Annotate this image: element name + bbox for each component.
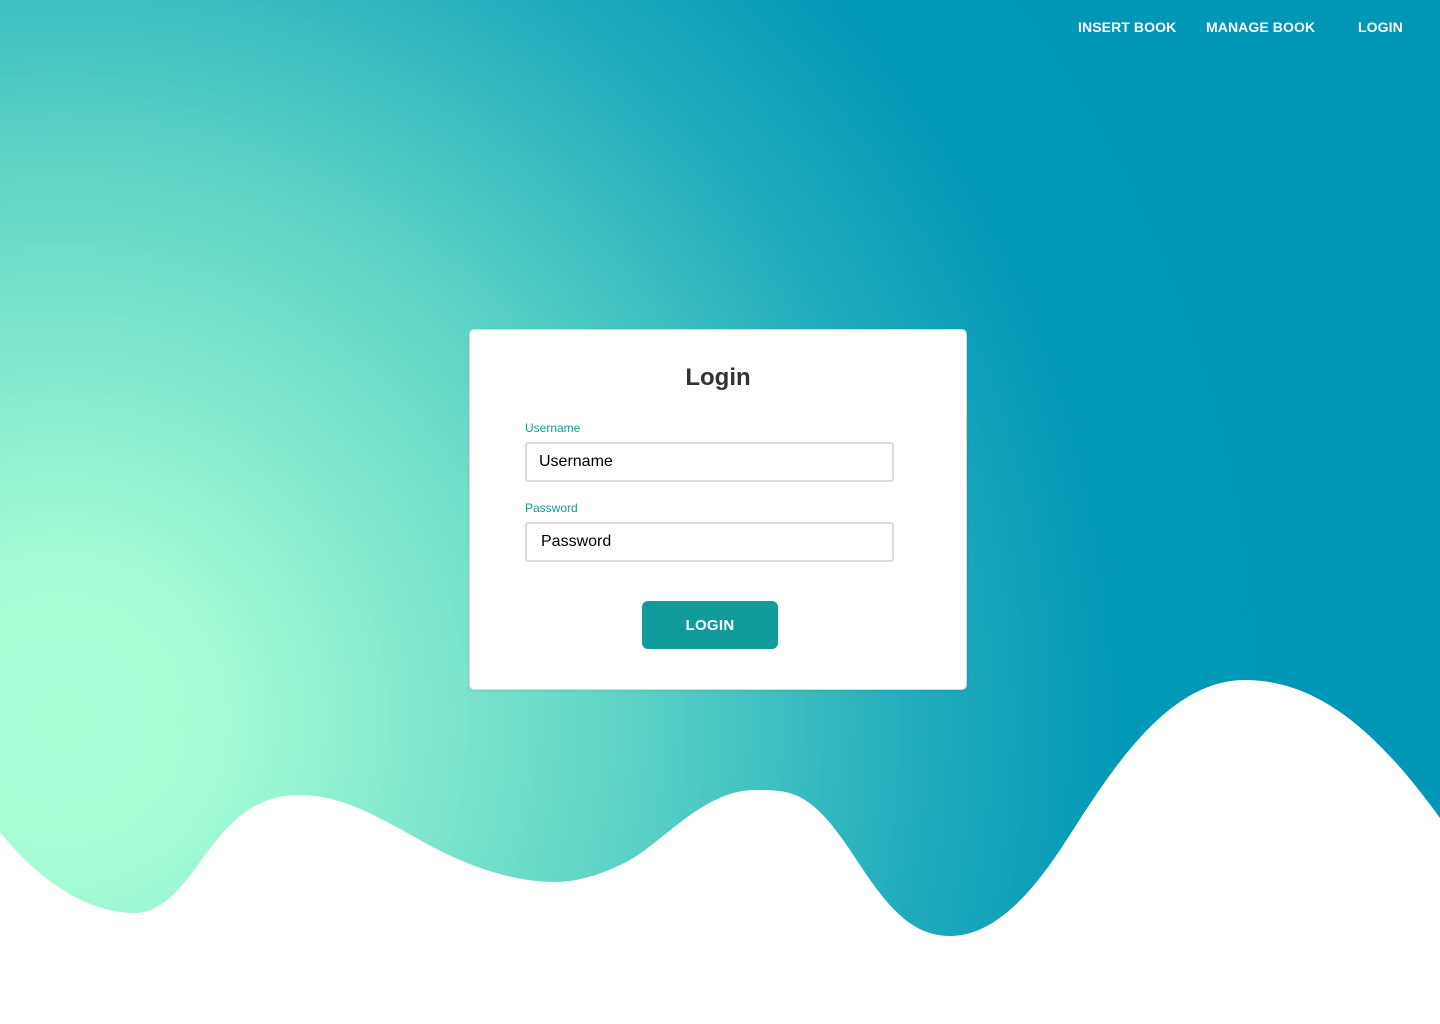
nav-manage-book[interactable]: MANAGE BOOK <box>1206 19 1315 35</box>
page: INSERT BOOK MANAGE BOOK LOGIN Login User… <box>0 0 1440 1024</box>
password-input[interactable] <box>525 522 894 562</box>
username-label: Username <box>525 421 581 435</box>
username-input[interactable] <box>525 442 894 482</box>
login-title: Login <box>685 364 751 391</box>
password-label: Password <box>525 501 578 515</box>
login-card: Login Username Password LOGIN <box>469 329 967 690</box>
top-nav: INSERT BOOK MANAGE BOOK LOGIN <box>0 0 1440 55</box>
nav-insert-book[interactable]: INSERT BOOK <box>1078 19 1176 35</box>
login-button[interactable]: LOGIN <box>642 601 778 649</box>
nav-login[interactable]: LOGIN <box>1358 19 1403 35</box>
